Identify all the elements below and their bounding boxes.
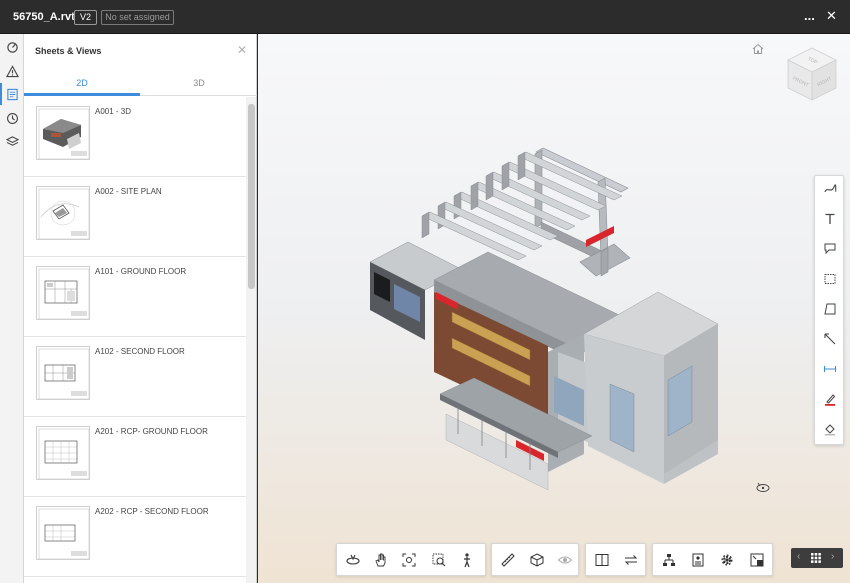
left-rail: [0, 34, 24, 583]
sheet-list-scrollbar[interactable]: [248, 104, 255, 289]
history-icon[interactable]: [5, 111, 19, 125]
callout-icon[interactable]: [821, 240, 839, 258]
text-icon[interactable]: [821, 210, 839, 228]
file-title: 56750_A.rvt: [13, 11, 75, 23]
set-status-button[interactable]: No set assigned: [101, 10, 174, 25]
rectangle-icon[interactable]: [821, 270, 839, 288]
measure-section-tools: [491, 543, 579, 576]
split-view-icon[interactable]: [593, 551, 611, 569]
pen-color-icon[interactable]: [821, 390, 839, 408]
sheets-views-panel: Sheets & Views ✕ 2D 3D A001 - 3D A002 - …: [24, 34, 257, 583]
building-model: [369, 147, 719, 491]
progress-icon[interactable]: [5, 40, 19, 54]
sheet-thumbnail: [36, 106, 90, 160]
visibility-icon[interactable]: [556, 551, 574, 569]
sheet-label: A001 - 3D: [95, 107, 132, 116]
sheet-thumbnail: [36, 426, 90, 480]
layers-icon[interactable]: [5, 134, 19, 148]
sheet-list: A001 - 3D A002 - SITE PLAN A101 - GROUND…: [24, 97, 246, 583]
properties-icon[interactable]: [689, 551, 707, 569]
fill-icon[interactable]: [821, 420, 839, 438]
sheet-item[interactable]: A002 - SITE PLAN: [24, 177, 246, 257]
zoom-fit-icon[interactable]: [400, 551, 418, 569]
swap-icon[interactable]: [622, 551, 640, 569]
sheet-thumbnail: [36, 186, 90, 240]
model-browser-icon[interactable]: [660, 551, 678, 569]
tab-3d[interactable]: 3D: [141, 78, 257, 88]
sheet-label: A002 - SITE PLAN: [95, 187, 162, 196]
sheet-label: A102 - SECOND FLOOR: [95, 347, 185, 356]
warning-icon[interactable]: [5, 64, 19, 78]
orbit-cursor-icon: [756, 482, 770, 492]
panel-tabs: 2D 3D: [24, 70, 257, 96]
close-viewer-button[interactable]: ✕: [826, 8, 837, 24]
sheet-label: A202 - RCP - SECOND FLOOR: [95, 507, 209, 516]
more-options-button[interactable]: ...: [804, 8, 815, 23]
settings-icon[interactable]: [718, 551, 736, 569]
orbit-icon[interactable]: [344, 551, 362, 569]
measure-icon[interactable]: [499, 551, 517, 569]
pan-icon[interactable]: [372, 551, 390, 569]
app-header: 56750_A.rvt V2 No set assigned ... ✕: [0, 0, 850, 34]
sheet-thumbnail: [36, 266, 90, 320]
next-sheet-icon[interactable]: ›: [831, 551, 834, 562]
sheets-icon[interactable]: [0, 83, 19, 105]
section-box-icon[interactable]: [528, 551, 546, 569]
sheet-item[interactable]: A102 - SECOND FLOOR: [24, 337, 246, 417]
model-viewport[interactable]: TOP FRONT RIGHT ‹ ›: [258, 34, 850, 583]
sheet-thumbnail: [36, 506, 90, 560]
previous-sheet-icon[interactable]: ‹: [797, 551, 800, 562]
arrow-icon[interactable]: [821, 330, 839, 348]
panel-title: Sheets & Views: [35, 46, 102, 56]
compare-tools: [585, 543, 646, 576]
sheet-item[interactable]: A201 - RCP- GROUND FLOOR: [24, 417, 246, 497]
zoom-window-icon[interactable]: [430, 551, 448, 569]
navigation-tools: [336, 543, 486, 576]
fullscreen-icon[interactable]: [748, 551, 766, 569]
walk-icon[interactable]: [458, 551, 476, 569]
sheet-item[interactable]: A202 - RCP - SECOND FLOOR: [24, 497, 246, 577]
sheet-grid-icon[interactable]: [811, 553, 821, 563]
sheet-item[interactable]: A101 - GROUND FLOOR: [24, 257, 246, 337]
model-tools: [652, 543, 773, 576]
sheet-label: A201 - RCP- GROUND FLOOR: [95, 427, 208, 436]
freehand-icon[interactable]: [821, 180, 839, 198]
version-badge[interactable]: V2: [74, 10, 98, 25]
sheet-thumbnail: [36, 346, 90, 400]
tab-2d[interactable]: 2D: [24, 78, 140, 88]
sheet-label: A101 - GROUND FLOOR: [95, 267, 187, 276]
dimension-icon[interactable]: [821, 360, 839, 378]
sheet-navigator: ‹ ›: [791, 548, 843, 568]
polygon-icon[interactable]: [821, 300, 839, 318]
markup-toolbar: [814, 175, 844, 445]
sheet-item[interactable]: A001 - 3D: [24, 97, 246, 177]
active-tab-indicator: [24, 93, 140, 96]
panel-close-button[interactable]: ✕: [237, 43, 247, 57]
